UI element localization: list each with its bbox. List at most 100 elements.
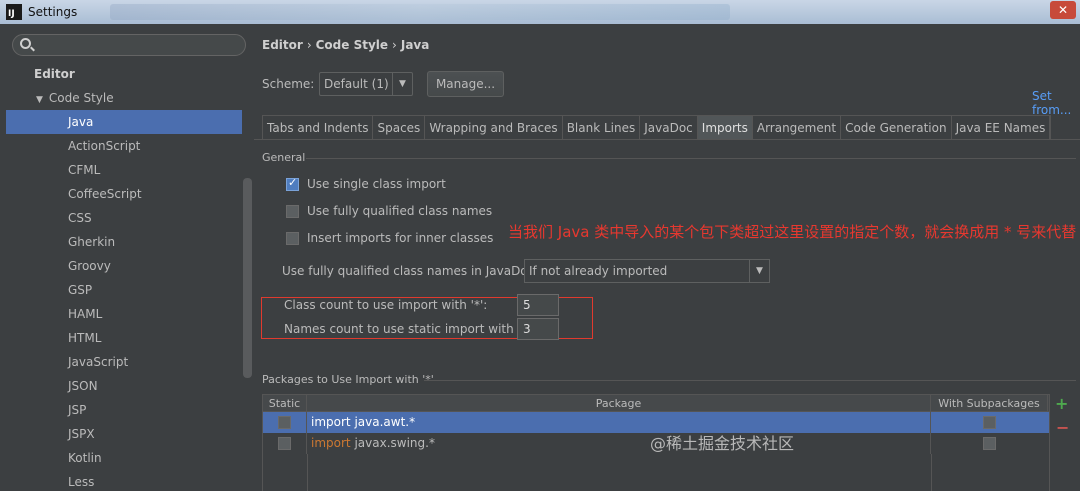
breadcrumb-separator: › <box>392 38 397 52</box>
tab-java-ee-names[interactable]: Java EE Names <box>952 116 1051 140</box>
scheme-select[interactable]: Default (1) ▼ <box>319 72 413 96</box>
sidebar-item-java[interactable]: Java <box>6 110 242 134</box>
static-cell <box>263 433 307 454</box>
javadoc-names-label: Use fully qualified class names in JavaD… <box>282 264 539 278</box>
tab-imports[interactable]: Imports <box>697 116 753 140</box>
sidebar-item-label: Kotlin <box>68 451 102 465</box>
checkbox-label: Use fully qualified class names <box>307 204 493 218</box>
sidebar-item-label: Gherkin <box>68 235 116 249</box>
manage-button[interactable]: Manage... <box>427 71 504 97</box>
package-name: java.awt.* <box>354 415 416 429</box>
sidebar-item-label: CFML <box>68 163 101 177</box>
sidebar-item-jsp[interactable]: JSP <box>6 398 242 422</box>
class-count-input[interactable]: 5 <box>517 294 559 316</box>
sidebar-item-gsp[interactable]: GSP <box>6 278 242 302</box>
intellij-app-icon: IJ <box>6 4 22 20</box>
sidebar-item-cfml[interactable]: CFML <box>6 158 242 182</box>
settings-content: Editor › Code Style › Java Scheme: Default (… <box>254 24 1080 491</box>
sidebar-item-actionscript[interactable]: ActionScript <box>6 134 242 158</box>
sidebar-item-label: JSP <box>68 403 87 417</box>
checkbox-checked-icon[interactable] <box>286 176 299 191</box>
packages-section-title: Packages to Use Import with '*' <box>262 373 434 386</box>
tab-blank-lines[interactable]: Blank Lines <box>563 116 641 140</box>
sidebar-item-label: Editor <box>34 67 75 81</box>
sidebar-item-gherkin[interactable]: Gherkin <box>6 230 242 254</box>
sidebar-item-code-style[interactable]: ▼ Code Style <box>6 86 242 110</box>
sidebar-item-label: JavaScript <box>68 355 129 369</box>
sidebar-item-groovy[interactable]: Groovy <box>6 254 242 278</box>
tab-tabs-and-indents[interactable]: Tabs and Indents <box>263 116 374 140</box>
package-name: javax.swing.* <box>354 436 435 450</box>
import-keyword: import <box>311 415 351 429</box>
breadcrumb-editor: Editor <box>262 38 303 52</box>
search-icon <box>20 38 31 49</box>
checkbox-icon[interactable] <box>278 437 291 450</box>
tab-javadoc[interactable]: JavaDoc <box>640 116 698 140</box>
checkbox-label: Use single class import <box>307 177 446 191</box>
watermark: @稀土掘金技术社区 <box>650 434 795 453</box>
sidebar-item-javascript[interactable]: JavaScript <box>6 350 242 374</box>
column-with-subpackages[interactable]: With Subpackages <box>931 395 1048 412</box>
tab-wrapping-and-braces[interactable]: Wrapping and Braces <box>425 116 563 140</box>
column-package[interactable]: Package <box>307 395 931 412</box>
checkbox-icon[interactable] <box>286 204 299 218</box>
table-header: Static Package With Subpackages <box>263 395 1049 412</box>
chevron-down-icon[interactable]: ▼ <box>36 88 43 112</box>
sidebar-item-label: CoffeeScript <box>68 187 142 201</box>
tab-code-generation[interactable]: Code Generation <box>841 116 952 140</box>
checkbox-icon[interactable] <box>286 231 299 245</box>
breadcrumb: Editor › Code Style › Java <box>262 38 429 52</box>
sidebar-item-label: HTML <box>68 331 102 345</box>
close-button[interactable]: ✕ <box>1050 1 1076 19</box>
sidebar-item-html[interactable]: HTML <box>6 326 242 350</box>
settings-sidebar: Editor ▼ Code Style Java ActionScript CFM… <box>6 26 254 491</box>
annotation-text: 当我们 Java 类中导入的某个包下类超过这里设置的指定个数，就会换成用 * 号… <box>508 223 1077 241</box>
import-keyword: import <box>311 436 351 450</box>
fully-qualified-names-option[interactable]: Use fully qualified class names <box>286 204 492 218</box>
checkbox-icon[interactable] <box>983 437 996 450</box>
dropdown-arrow-icon: ▼ <box>392 73 412 95</box>
sidebar-item-label: Less <box>68 475 95 489</box>
sidebar-item-label: HAML <box>68 307 103 321</box>
checkbox-label: Insert imports for inner classes <box>307 231 494 245</box>
sidebar-item-label: JSON <box>68 379 98 393</box>
add-package-button[interactable]: + <box>1055 394 1068 413</box>
sidebar-item-css[interactable]: CSS <box>6 206 242 230</box>
remove-package-button[interactable]: − <box>1056 418 1069 437</box>
title-bar: IJ Settings ✕ <box>0 0 1080 24</box>
section-divider <box>424 380 1076 381</box>
sidebar-item-kotlin[interactable]: Kotlin <box>6 446 242 470</box>
tab-spaces[interactable]: Spaces <box>373 116 426 140</box>
breadcrumb-code-style: Code Style <box>315 38 389 52</box>
sidebar-item-haml[interactable]: HAML <box>6 302 242 326</box>
window-title: Settings <box>28 5 78 19</box>
sidebar-item-editor[interactable]: Editor <box>6 62 242 86</box>
tab-arrangement[interactable]: Arrangement <box>753 116 842 140</box>
names-count-input[interactable]: 3 <box>517 318 559 340</box>
subpackages-cell <box>931 412 1048 433</box>
sidebar-item-json[interactable]: JSON <box>6 374 242 398</box>
static-cell <box>263 412 307 433</box>
package-cell[interactable]: import javax.swing.* <box>307 433 931 454</box>
sidebar-scrollbar[interactable] <box>243 178 252 378</box>
sidebar-item-label: CSS <box>68 211 92 225</box>
sidebar-item-jspx[interactable]: JSPX <box>6 422 242 446</box>
sidebar-item-less[interactable]: Less <box>6 470 242 491</box>
breadcrumb-separator: › <box>306 38 312 52</box>
search-input[interactable] <box>12 34 246 56</box>
column-divider <box>931 454 932 491</box>
sidebar-item-label: Java <box>68 115 94 129</box>
single-class-import-option[interactable]: Use single class import <box>286 176 446 191</box>
sidebar-item-label: JSPX <box>68 427 95 441</box>
javadoc-names-value: If not already imported <box>529 264 668 278</box>
package-cell[interactable]: import java.awt.* <box>307 412 931 433</box>
inner-classes-option[interactable]: Insert imports for inner classes <box>286 231 493 245</box>
column-static[interactable]: Static <box>263 395 307 412</box>
javadoc-names-select[interactable]: If not already imported ▼ <box>524 259 770 283</box>
checkbox-icon[interactable] <box>278 416 291 429</box>
set-from-link[interactable]: Set from... <box>1032 89 1080 117</box>
checkbox-icon[interactable] <box>983 416 996 429</box>
scheme-value: Default (1) <box>324 77 389 91</box>
sidebar-item-coffeescript[interactable]: CoffeeScript <box>6 182 242 206</box>
code-style-tabs: Tabs and Indents Spaces Wrapping and Bra… <box>262 115 1052 140</box>
